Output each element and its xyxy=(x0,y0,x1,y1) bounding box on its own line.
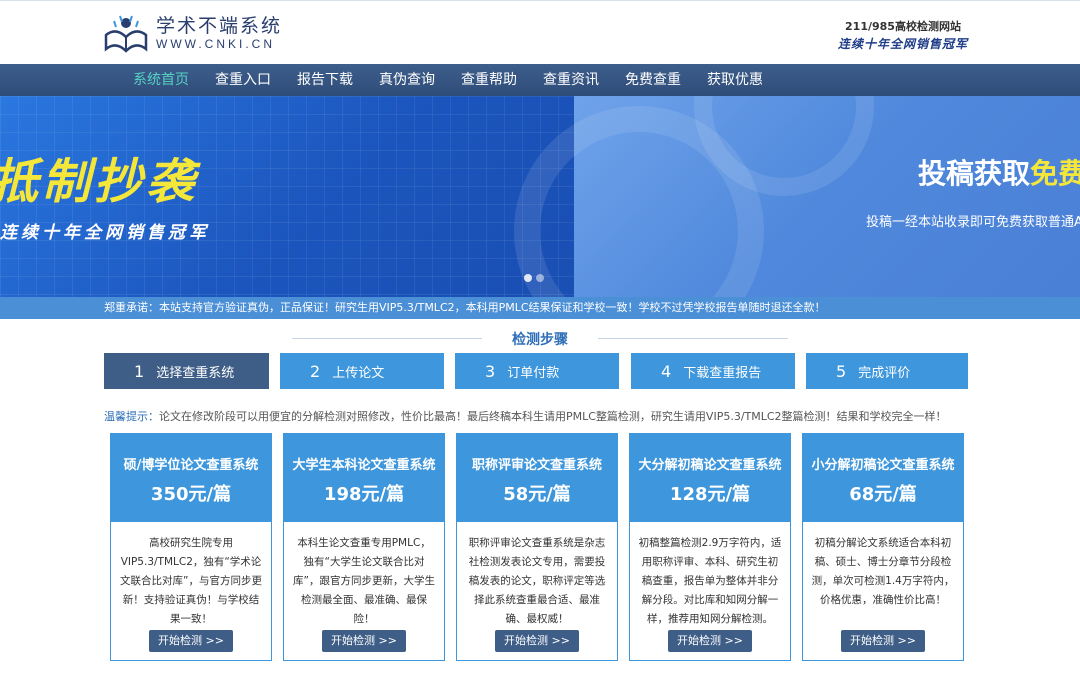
main-content: 检测步骤 1 选择查重系统 2 上传论文 3 订单付款 4 下载查重报告 5 完… xyxy=(0,319,1080,674)
step-number: 5 xyxy=(836,361,847,381)
site-logo[interactable]: 学术不端系统 WWW.CNKI.CN xyxy=(104,11,282,55)
step-number: 1 xyxy=(134,361,145,381)
nav-item-discount[interactable]: 获取优惠 xyxy=(694,64,776,96)
start-check-button[interactable]: 开始检测 >> xyxy=(322,630,406,652)
card-description: 本科生论文查重专用PMLC，独有“大学生论文联合比对库”，跟官方同步更新，大学生… xyxy=(293,537,435,625)
banner-slide-left: 抵制抄袭 连续十年全网销售冠军 xyxy=(0,96,574,297)
banner-slide-right: 投稿获取免费 投稿一经本站收录即可免费获取普通AML xyxy=(514,96,1080,297)
step-label: 选择查重系统 xyxy=(156,365,235,381)
step-2[interactable]: 2 上传论文 xyxy=(280,353,444,389)
start-check-button[interactable]: 开始检测 >> xyxy=(668,630,752,652)
step-number: 4 xyxy=(661,361,672,381)
step-label: 上传论文 xyxy=(332,365,385,381)
divider xyxy=(598,338,788,339)
card-description: 职称评审论文查重系统是杂志社检测发表论文专用，需要投稿发表的论文，职称评定等选择… xyxy=(468,537,606,625)
nav-item-check-entry[interactable]: 查重入口 xyxy=(202,64,284,96)
card-title: 职称评审论文查重系统 xyxy=(471,458,602,473)
step-number: 2 xyxy=(310,361,321,381)
card-title: 小分解初稿论文查重系统 xyxy=(811,458,955,473)
step-label: 下载查重报告 xyxy=(683,365,762,381)
book-logo-icon xyxy=(104,15,148,53)
nav-item-free-check[interactable]: 免费查重 xyxy=(612,64,694,96)
promise-notice-text: 郑重承诺：本站支持官方验证真伪，正品保证！研究生用VIP5.3/TMLC2，本科… xyxy=(104,301,826,314)
step-number: 3 xyxy=(485,361,496,381)
carousel-dot[interactable] xyxy=(536,274,544,282)
header-slogan: 211/985高校检测网站 连续十年全网销售冠军 xyxy=(838,19,968,53)
step-1[interactable]: 1 选择查重系统 xyxy=(104,353,269,389)
card-title: 硕/博学位论文查重系统 xyxy=(123,458,259,473)
start-check-button[interactable]: 开始检测 >> xyxy=(149,630,233,652)
banner-right-title: 投稿获取免费 xyxy=(918,157,1080,190)
product-card-undergrad: 大学生本科论文查重系统 198元/篇 本科生论文查重专用PMLC，独有“大学生论… xyxy=(283,433,445,661)
card-price: 350元/篇 xyxy=(150,484,232,505)
header-slogan-line2: 连续十年全网销售冠军 xyxy=(837,37,968,51)
card-price: 68元/篇 xyxy=(849,484,917,505)
promise-notice-bar: 郑重承诺：本站支持官方验证真伪，正品保证！研究生用VIP5.3/TMLC2，本科… xyxy=(0,297,1080,319)
main-nav: 系统首页 查重入口 报告下载 真伪查询 查重帮助 查重资讯 免费查重 获取优惠 xyxy=(0,64,1080,96)
start-check-button[interactable]: 开始检测 >> xyxy=(841,630,925,652)
nav-item-report-download[interactable]: 报告下载 xyxy=(284,64,366,96)
nav-item-news[interactable]: 查重资讯 xyxy=(530,64,612,96)
card-price: 58元/篇 xyxy=(503,484,571,505)
card-price: 128元/篇 xyxy=(669,484,751,505)
card-description: 初稿整篇检测2.9万字符内，适用职称评审、本科、研究生初稿查重，报告单为整体并非… xyxy=(638,537,782,625)
step-label: 完成评价 xyxy=(858,365,911,381)
product-card-large-draft: 大分解初稿论文查重系统 128元/篇 初稿整篇检测2.9万字符内，适用职称评审、… xyxy=(629,433,791,661)
nav-item-help[interactable]: 查重帮助 xyxy=(448,64,530,96)
carousel-dots xyxy=(524,274,544,282)
card-description: 高校研究生院专用VIP5.3/TMLC2，独有“学术论文联合比对库”，与官方同步… xyxy=(120,537,262,625)
nav-item-home[interactable]: 系统首页 xyxy=(120,64,202,96)
card-description: 初稿分解论文系统适合本科初稿、硕士、博士分章节分段检测，单次可检测1.4万字符内… xyxy=(811,537,955,606)
carousel-dot[interactable] xyxy=(524,274,532,282)
product-card-master-phd: 硕/博学位论文查重系统 350元/篇 高校研究生院专用VIP5.3/TMLC2，… xyxy=(110,433,272,661)
card-title: 大分解初稿论文查重系统 xyxy=(638,458,782,473)
header-slogan-line1: 211/985高校检测网站 xyxy=(845,20,961,33)
product-card-small-draft: 小分解初稿论文查重系统 68元/篇 初稿分解论文系统适合本科初稿、硕士、博士分章… xyxy=(802,433,964,661)
banner-right-subtitle: 投稿一经本站收录即可免费获取普通AML xyxy=(866,215,1080,230)
hero-banner[interactable]: 抵制抄袭 连续十年全网销售冠军 投稿获取免费 投稿一经本站收录即可免费获取普通A… xyxy=(0,96,1080,297)
product-card-professional-title: 职称评审论文查重系统 58元/篇 职称评审论文查重系统是杂志社检测发表论文专用，… xyxy=(456,433,618,661)
card-price: 198元/篇 xyxy=(323,484,405,505)
step-5[interactable]: 5 完成评价 xyxy=(806,353,968,389)
steps-title: 检测步骤 xyxy=(512,332,568,348)
banner-slogan: 连续十年全网销售冠军 xyxy=(0,223,210,243)
logo-title: 学术不端系统 xyxy=(156,15,283,37)
card-title: 大学生本科论文查重系统 xyxy=(292,458,436,473)
arrow-right-icon xyxy=(624,366,630,376)
nav-item-verify[interactable]: 真伪查询 xyxy=(366,64,448,96)
banner-headline: 抵制抄袭 xyxy=(0,154,199,210)
start-check-button[interactable]: 开始检测 >> xyxy=(495,630,579,652)
step-3[interactable]: 3 订单付款 xyxy=(455,353,619,389)
site-header: 学术不端系统 WWW.CNKI.CN 211/985高校检测网站 连续十年全网销… xyxy=(0,0,1080,64)
step-4[interactable]: 4 下载查重报告 xyxy=(631,353,795,389)
logo-url: WWW.CNKI.CN xyxy=(156,37,275,51)
tip-text: 温馨提示：论文在修改阶段可以用便宜的分解检测对照修改，性价比最高！最后终稿本科生… xyxy=(104,410,947,423)
step-label: 订单付款 xyxy=(507,365,560,381)
